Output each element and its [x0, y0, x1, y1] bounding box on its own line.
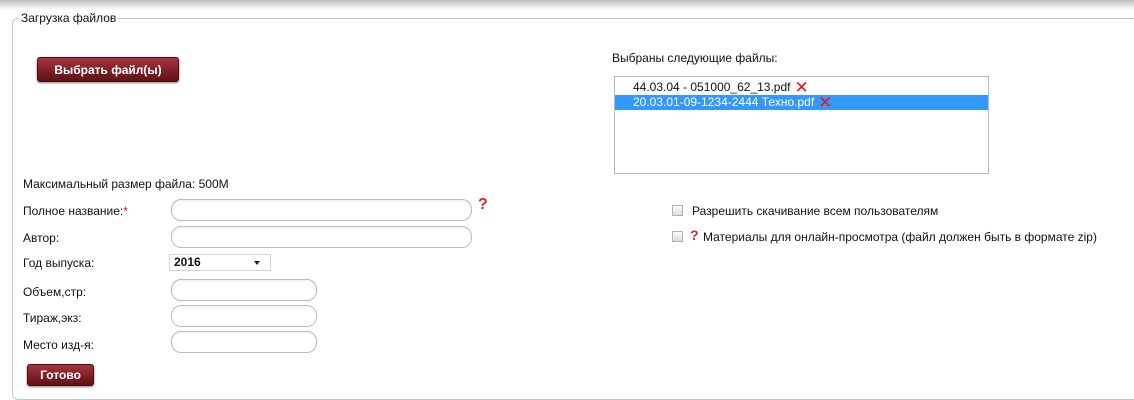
remove-file-icon[interactable]: ✕ — [794, 79, 808, 96]
required-mark: * — [123, 204, 128, 218]
selected-files-list[interactable]: 44.03.04 - 051000_62_13.pdf ✕ 20.03.01-0… — [614, 76, 989, 174]
online-view-label: Материалы для онлайн-просмотра (файл дол… — [703, 230, 1097, 244]
year-select-value: 2016 — [174, 255, 201, 269]
year-select[interactable]: 2016 — [169, 254, 271, 271]
place-input[interactable] — [171, 331, 317, 353]
file-name: 20.03.01-09-1234-2444 Техно.pdf — [633, 95, 815, 109]
dropdown-arrow-icon — [254, 261, 260, 265]
window-top-shadow — [0, 0, 1134, 10]
author-input[interactable] — [171, 226, 472, 248]
online-view-checkbox[interactable] — [672, 231, 683, 242]
max-file-size-text: Максимальный размер файла: 500M — [23, 177, 229, 191]
online-help-icon[interactable]: ? — [690, 227, 699, 243]
allow-download-checkbox[interactable] — [672, 205, 683, 216]
selected-files-label: Выбраны следующие файлы: — [612, 51, 778, 65]
file-name: 44.03.04 - 051000_62_13.pdf — [633, 80, 791, 94]
help-icon[interactable]: ? — [478, 196, 488, 214]
year-label: Год выпуска: — [23, 256, 95, 270]
file-item[interactable]: 44.03.04 - 051000_62_13.pdf ✕ — [615, 79, 988, 96]
title-label: Полное название:* — [23, 204, 128, 218]
allow-download-label: Разрешить скачивание всем пользователям — [692, 204, 939, 218]
circulation-input[interactable] — [171, 305, 317, 327]
remove-file-icon[interactable]: ✕ — [818, 94, 832, 111]
file-item-selected[interactable]: 20.03.01-09-1234-2444 Техно.pdf ✕ — [615, 94, 988, 111]
circulation-label: Тираж,экз: — [23, 311, 82, 325]
upload-legend: Загрузка файлов — [19, 11, 119, 25]
choose-files-button[interactable]: Выбрать файл(ы) — [37, 57, 179, 82]
done-button[interactable]: Готово — [27, 364, 94, 386]
title-input[interactable] — [171, 199, 472, 221]
volume-label: Объем,стр: — [23, 285, 87, 299]
place-label: Место изд-я: — [23, 338, 94, 352]
author-label: Автор: — [23, 231, 60, 245]
title-label-text: Полное название: — [23, 204, 124, 218]
volume-input[interactable] — [171, 279, 317, 301]
